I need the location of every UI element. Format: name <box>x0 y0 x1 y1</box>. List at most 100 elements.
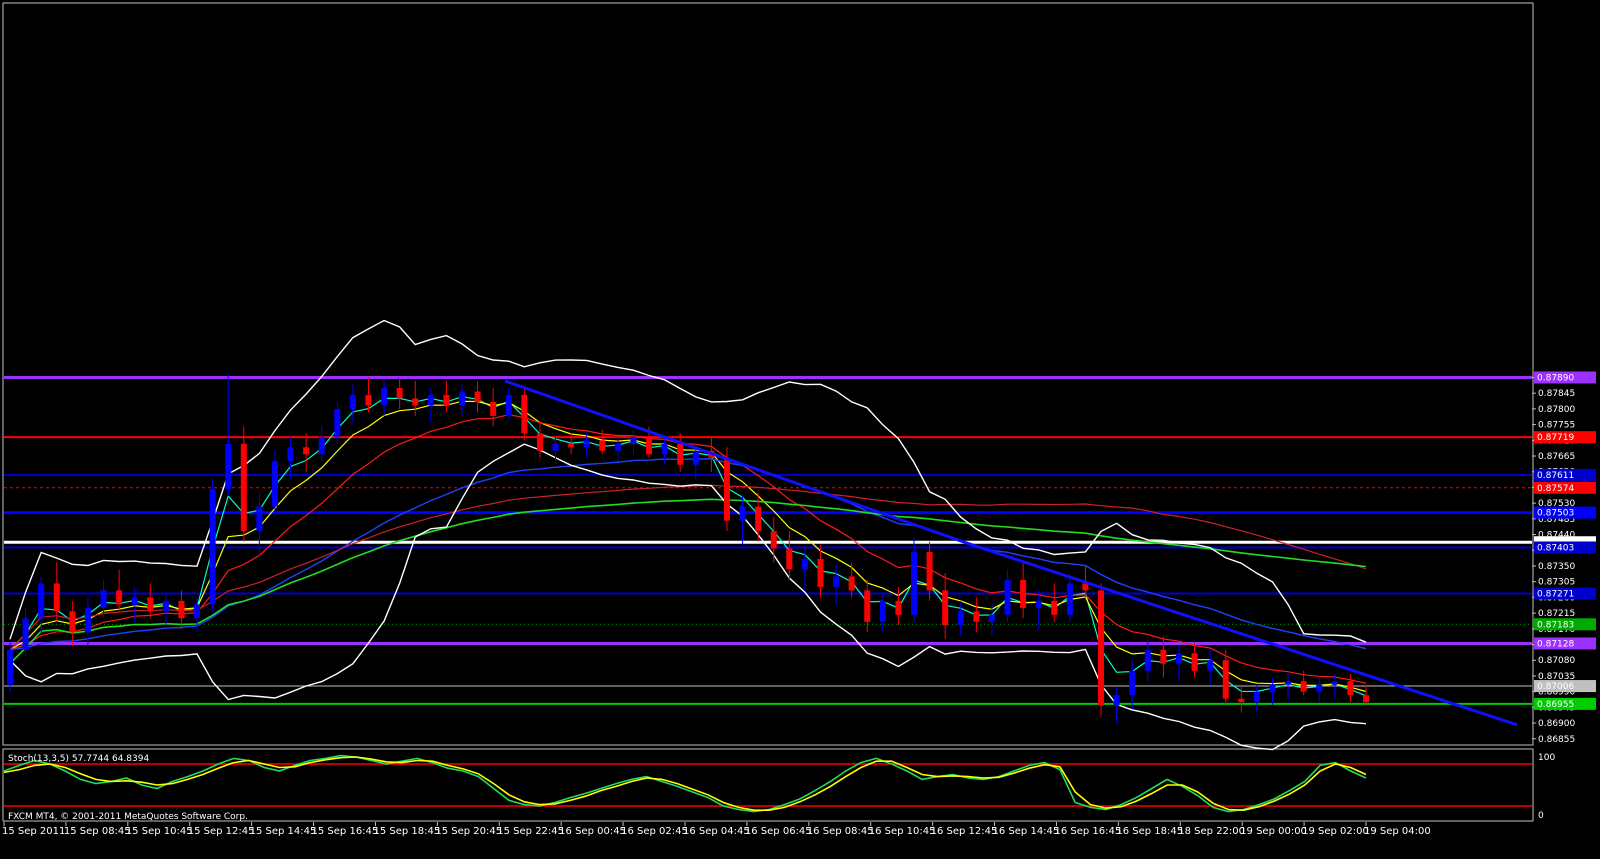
time-tick-label-12: 16 Sep 06:45 <box>745 826 812 837</box>
candle-body-23 <box>365 394 372 406</box>
candle-body-31 <box>490 401 497 416</box>
candle-body-82 <box>1285 681 1292 685</box>
candle-body-22 <box>349 394 356 409</box>
hline-price-label-10: 0.87006 <box>1537 682 1574 692</box>
price-tick-label-18: 0.87080 <box>1538 656 1575 666</box>
price-tick-label-2: 0.87800 <box>1538 405 1575 415</box>
candle-body-4 <box>69 611 76 633</box>
time-tick-label-14: 16 Sep 10:45 <box>869 826 936 837</box>
candle-body-24 <box>381 387 388 406</box>
stoch-scale-label-1: 0 <box>1538 811 1544 821</box>
candle-body-11 <box>178 600 185 619</box>
time-tick-label-7: 15 Sep 20:45 <box>435 826 502 837</box>
candle-body-33 <box>521 394 528 434</box>
candle-body-17 <box>271 461 278 507</box>
candle-body-80 <box>1253 691 1260 703</box>
price-tick-label-13: 0.87305 <box>1538 578 1575 588</box>
candle-body-52 <box>817 559 824 587</box>
price-tick-label-5: 0.87665 <box>1538 452 1575 462</box>
candle-body-0 <box>7 649 13 685</box>
time-tick-label-11: 16 Sep 04:45 <box>683 826 750 837</box>
candle-body-16 <box>256 506 263 532</box>
candle-body-41 <box>646 436 653 455</box>
chart-canvas[interactable]: 0.878900.878450.878000.877550.877100.876… <box>0 0 1600 855</box>
price-tick-label-22: 0.86900 <box>1538 719 1575 729</box>
candle-body-7 <box>116 590 123 605</box>
hline-price-label-9: 0.87128 <box>1537 639 1574 649</box>
trading-chart[interactable]: 0.878900.878450.878000.877550.877100.876… <box>0 0 1600 855</box>
candle-body-36 <box>568 443 575 448</box>
candle-body-26 <box>412 398 419 406</box>
price-tick-label-1: 0.87845 <box>1538 389 1575 399</box>
candle-body-34 <box>536 433 543 451</box>
time-tick-label-3: 15 Sep 12:45 <box>188 826 255 837</box>
time-tick-label-6: 15 Sep 18:45 <box>373 826 440 837</box>
price-tick-label-12: 0.87350 <box>1538 562 1575 572</box>
candle-body-6 <box>100 590 107 608</box>
candle-body-44 <box>692 450 699 465</box>
time-tick-label-10: 16 Sep 02:45 <box>621 826 688 837</box>
time-tick-label-20: 19 Sep 00:00 <box>1240 826 1307 837</box>
candle-body-72 <box>1129 670 1136 696</box>
candle-body-68 <box>1066 583 1073 615</box>
candle-body-42 <box>661 443 668 455</box>
time-tick-label-13: 16 Sep 08:45 <box>807 826 874 837</box>
time-tick-label-5: 15 Sep 16:45 <box>312 826 379 837</box>
candle-body-51 <box>801 559 808 570</box>
candle-body-75 <box>1175 653 1182 664</box>
candle-body-77 <box>1207 660 1214 671</box>
time-tick-label-9: 16 Sep 00:45 <box>559 826 626 837</box>
candle-body-54 <box>848 576 855 591</box>
time-tick-label-21: 19 Sep 02:00 <box>1302 826 1369 837</box>
candle-body-15 <box>240 443 247 532</box>
candle-body-28 <box>443 394 450 406</box>
candle-body-46 <box>723 457 730 521</box>
time-tick-label-16: 16 Sep 14:45 <box>993 826 1060 837</box>
candle-body-3 <box>53 583 60 612</box>
candle-body-58 <box>911 552 917 615</box>
hline-price-label-2: 0.87611 <box>1537 471 1574 481</box>
candle-body-74 <box>1160 649 1167 664</box>
candle-body-40 <box>630 436 637 444</box>
stoch-scale-label-0: 100 <box>1538 753 1555 763</box>
candle-body-13 <box>209 489 216 605</box>
candle-body-66 <box>1035 600 1042 608</box>
candle-body-65 <box>1020 579 1027 608</box>
candle-body-70 <box>1098 590 1105 706</box>
candle-body-84 <box>1316 684 1323 692</box>
candle-body-21 <box>334 408 341 437</box>
candle-body-9 <box>147 597 154 612</box>
candle-body-47 <box>739 506 746 521</box>
candle-body-32 <box>505 394 512 416</box>
hline-price-label-8: 0.87183 <box>1537 620 1574 630</box>
candle-body-79 <box>1238 698 1245 703</box>
hline-price-label-3: 0.87574 <box>1537 484 1574 494</box>
hline-price-label-7: 0.87271 <box>1537 590 1574 600</box>
chart-background <box>0 0 1600 855</box>
price-tick-label-23: 0.86855 <box>1538 735 1575 745</box>
candle-body-59 <box>926 552 933 591</box>
time-tick-label-15: 16 Sep 12:45 <box>931 826 998 837</box>
candle-body-18 <box>287 447 294 462</box>
candle-body-56 <box>879 600 886 622</box>
candle-body-76 <box>1191 653 1198 671</box>
candle-body-55 <box>864 590 871 622</box>
candle-body-60 <box>942 590 949 626</box>
candle-body-73 <box>1144 649 1151 671</box>
hline-price-label-4: 0.87503 <box>1537 509 1574 519</box>
candle-body-14 <box>225 443 232 490</box>
price-tick-label-3: 0.87755 <box>1538 421 1575 431</box>
candle-body-67 <box>1051 600 1058 615</box>
candle-body-25 <box>396 387 403 399</box>
hline-price-label-1: 0.87719 <box>1537 433 1574 443</box>
time-tick-label-1: 15 Sep 08:45 <box>64 826 131 837</box>
time-tick-label-18: 16 Sep 18:45 <box>1116 826 1183 837</box>
time-tick-label-19: 18 Sep 22:00 <box>1178 826 1245 837</box>
candle-body-83 <box>1300 681 1307 692</box>
time-tick-label-8: 15 Sep 22:45 <box>497 826 564 837</box>
candle-body-1 <box>22 618 29 650</box>
hline-price-label-0: 0.87890 <box>1537 373 1574 383</box>
price-tick-label-15: 0.87215 <box>1538 609 1575 619</box>
candle-body-81 <box>1269 684 1276 692</box>
candle-body-30 <box>474 391 481 402</box>
